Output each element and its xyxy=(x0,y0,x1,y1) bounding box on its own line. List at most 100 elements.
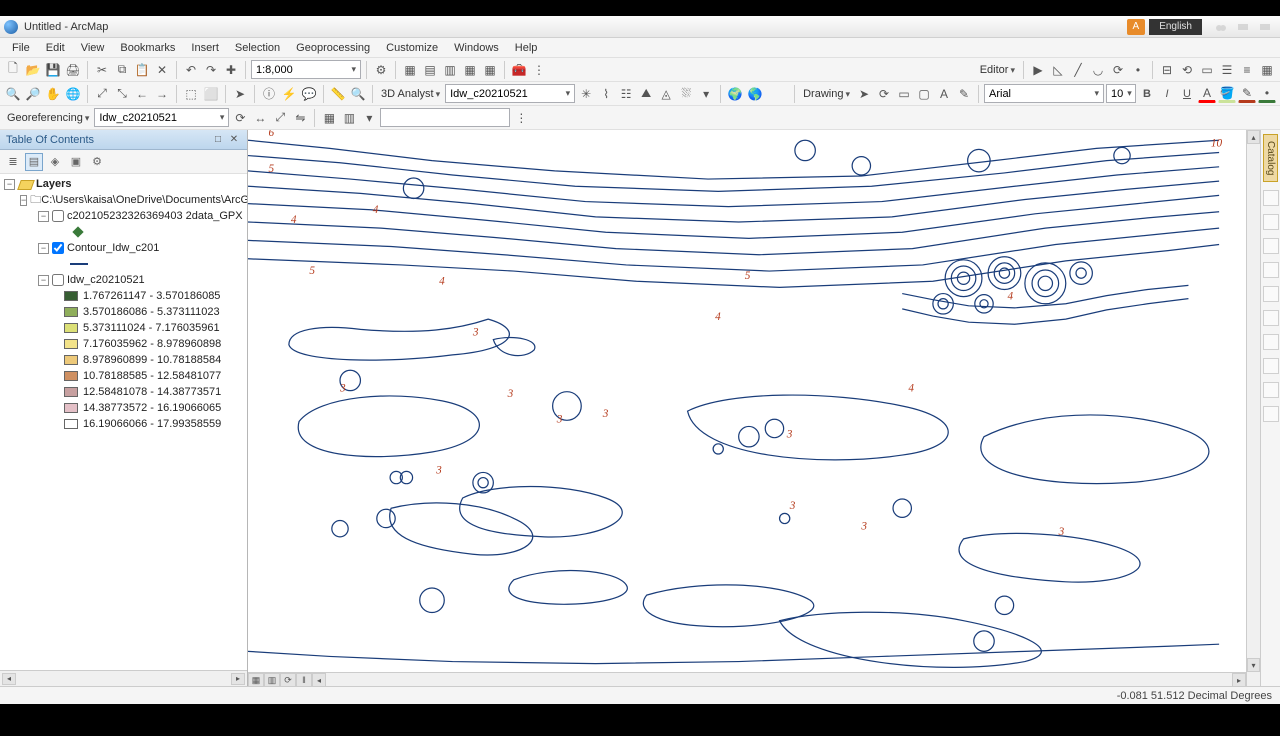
toc-tree[interactable]: − Layers − 🗀 C:\Users\kaisa\OneDrive\Doc… xyxy=(0,174,247,670)
redo-icon[interactable]: ↷ xyxy=(202,61,220,79)
toc-list-by-visibility-icon[interactable]: ◈ xyxy=(46,153,64,171)
menu-geoprocessing[interactable]: Geoprocessing xyxy=(288,40,378,56)
collapse-icon[interactable]: − xyxy=(38,211,49,222)
edit-merge-icon[interactable]: ▭ xyxy=(1198,61,1216,79)
scroll-right-icon[interactable]: ▸ xyxy=(1232,673,1246,686)
scale-dropdown[interactable]: 1:8,000 xyxy=(251,60,361,79)
map-horizontal-scrollbar[interactable]: ▦ ▥ ⟳ ‖ ◂ ▸ xyxy=(248,672,1246,686)
scroll-left-icon[interactable]: ◂ xyxy=(312,673,326,686)
map-vertical-scrollbar[interactable]: ▴ ▾ xyxy=(1246,130,1260,686)
catalog-icon[interactable]: ▤ xyxy=(421,61,439,79)
line-color-icon[interactable]: ✎ xyxy=(1238,85,1256,103)
html-popup-icon[interactable]: 💬 xyxy=(300,85,318,103)
scroll-left-icon[interactable]: ◂ xyxy=(2,673,16,685)
legend-class-row[interactable]: 7.176035962 - 8.978960898 xyxy=(2,336,247,352)
contour-layer-row[interactable]: − Contour_Idw_c201 xyxy=(2,240,247,256)
next-extent-icon[interactable]: → xyxy=(153,85,171,103)
toc-options-icon[interactable]: ⚙ xyxy=(88,153,106,171)
font-color-icon[interactable]: A xyxy=(1198,85,1216,103)
toc-list-by-source-icon[interactable]: ▤ xyxy=(25,153,43,171)
dock-btn-3[interactable] xyxy=(1263,238,1279,254)
table-icon[interactable]: ▦ xyxy=(401,61,419,79)
dock-btn-7[interactable] xyxy=(1263,334,1279,350)
georef-shift-icon[interactable]: ↔ xyxy=(251,109,269,127)
gpx-symbol-row[interactable] xyxy=(2,224,247,240)
edit-split-icon[interactable]: ⊟ xyxy=(1158,61,1176,79)
collapse-icon[interactable]: − xyxy=(38,275,49,286)
toc-list-by-selection-icon[interactable]: ▣ xyxy=(67,153,85,171)
clear-selection-icon[interactable]: ⬜ xyxy=(202,85,220,103)
interpolate-point-icon[interactable]: ✳ xyxy=(577,85,595,103)
scroll-right-icon[interactable]: ▸ xyxy=(231,673,245,685)
toc-list-by-drawing-icon[interactable]: ≣ xyxy=(4,153,22,171)
scroll-up-icon[interactable]: ▴ xyxy=(1247,130,1260,144)
georef-viewer-icon[interactable]: ▥ xyxy=(340,109,358,127)
bold-icon[interactable]: B xyxy=(1138,85,1156,103)
font-dropdown[interactable]: Arial xyxy=(984,84,1104,103)
edit-line-icon[interactable]: ╱ xyxy=(1069,61,1087,79)
menu-edit[interactable]: Edit xyxy=(38,40,73,56)
toc-header[interactable]: Table Of Contents □ ✕ xyxy=(0,130,247,150)
print-icon[interactable]: 🖨 xyxy=(64,61,82,79)
analyst-layer-dropdown[interactable]: Idw_c20210521 xyxy=(445,84,575,103)
georef-dropdown[interactable]: Georeferencing xyxy=(4,112,92,124)
georef-layer-dropdown[interactable]: Idw_c20210521 xyxy=(94,108,229,127)
georef-input[interactable] xyxy=(380,108,510,127)
font-size-dropdown[interactable]: 10 xyxy=(1106,84,1136,103)
interpolate-line-icon[interactable]: ⌇ xyxy=(597,85,615,103)
globe-icon[interactable]: 🌍 xyxy=(726,85,744,103)
edit-pointer-icon[interactable]: ▶ xyxy=(1029,61,1047,79)
legend-class-row[interactable]: 12.58481078 - 14.38773571 xyxy=(2,384,247,400)
steepest-icon[interactable]: ⛰ xyxy=(637,85,655,103)
gpx-layer-row[interactable]: − c202105232326369403 2data_GPX xyxy=(2,208,247,224)
edit-vertices-icon[interactable]: ◺ xyxy=(1049,61,1067,79)
toc-close-icon[interactable]: ✕ xyxy=(227,133,241,147)
los-icon[interactable]: ◬ xyxy=(657,85,675,103)
fill-color-icon[interactable]: 🪣 xyxy=(1218,85,1236,103)
scroll-down-icon[interactable]: ▾ xyxy=(1247,658,1260,672)
editor-dropdown[interactable]: Editor xyxy=(977,64,1018,76)
pointer-icon[interactable]: ➤ xyxy=(231,85,249,103)
legend-class-row[interactable]: 5.373111024 - 7.176035961 xyxy=(2,320,247,336)
menu-windows[interactable]: Windows xyxy=(446,40,507,56)
georef-scale-icon[interactable]: ⤢ xyxy=(271,109,289,127)
create-features-icon[interactable]: ▾ xyxy=(697,85,715,103)
source-path-row[interactable]: − 🗀 C:\Users\kaisa\OneDrive\Documents\Ar… xyxy=(2,192,247,208)
dock-btn-1[interactable] xyxy=(1263,190,1279,206)
language-selector[interactable]: English xyxy=(1149,19,1202,35)
dock-btn-6[interactable] xyxy=(1263,310,1279,326)
pause-icon[interactable]: ‖ xyxy=(296,673,312,686)
menu-bookmarks[interactable]: Bookmarks xyxy=(112,40,183,56)
dock-btn-9[interactable] xyxy=(1263,382,1279,398)
copy-icon[interactable]: ⧉ xyxy=(113,61,131,79)
dock-btn-5[interactable] xyxy=(1263,286,1279,302)
georef-more-icon[interactable]: ⋮ xyxy=(512,109,530,127)
new-icon[interactable]: 🗋 xyxy=(4,61,22,79)
edit-arc-icon[interactable]: ◡ xyxy=(1089,61,1107,79)
toolbox-icon[interactable]: 🧰 xyxy=(510,61,528,79)
measure-icon[interactable]: 📏 xyxy=(329,85,347,103)
zoom-out-icon[interactable]: 🔎 xyxy=(24,85,42,103)
georef-rotate-icon[interactable]: ⟳ xyxy=(231,109,249,127)
gpx-visibility-checkbox[interactable] xyxy=(52,210,64,222)
open-icon[interactable]: 📂 xyxy=(24,61,42,79)
draw-rotate-icon[interactable]: ⟳ xyxy=(875,85,893,103)
edit-attributes-icon[interactable]: ☰ xyxy=(1218,61,1236,79)
select-features-icon[interactable]: ⬚ xyxy=(182,85,200,103)
draw-rect-icon[interactable]: ▭ xyxy=(895,85,913,103)
legend-class-row[interactable]: 16.19066066 - 17.99358559 xyxy=(2,416,247,432)
georef-link-icon[interactable]: ▦ xyxy=(320,109,338,127)
idw-visibility-checkbox[interactable] xyxy=(52,274,64,286)
search-icon[interactable]: ▥ xyxy=(441,61,459,79)
extras-icon[interactable]: ⋮ xyxy=(530,61,548,79)
identify-icon[interactable]: ⓘ xyxy=(260,85,278,103)
catalog-tab[interactable]: Catalog xyxy=(1263,134,1278,182)
toc-scrollbar[interactable]: ◂ ▸ xyxy=(0,670,247,686)
fixed-zoom-out-icon[interactable]: ⤡ xyxy=(113,85,131,103)
menu-file[interactable]: File xyxy=(4,40,38,56)
menu-customize[interactable]: Customize xyxy=(378,40,446,56)
legend-class-row[interactable]: 1.767261147 - 3.570186085 xyxy=(2,288,247,304)
draw-shape-icon[interactable]: ▢ xyxy=(915,85,933,103)
fixed-zoom-in-icon[interactable]: ⤢ xyxy=(93,85,111,103)
underline-icon[interactable]: U xyxy=(1178,85,1196,103)
